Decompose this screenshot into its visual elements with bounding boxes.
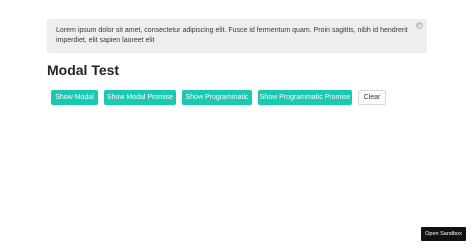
show-modal-button[interactable]: Show Modal (51, 90, 98, 105)
show-programmatic-promise-button[interactable]: Show Programmatic Promise (258, 90, 352, 105)
page-title: Modal Test (47, 62, 120, 78)
clear-button[interactable]: Clear (358, 90, 386, 105)
show-programmatic-button[interactable]: Show Programmatic (182, 90, 252, 105)
close-icon[interactable] (416, 22, 423, 29)
notification-banner: Lorem ipsum dolor sit amet, consectetur … (47, 19, 427, 53)
show-modal-promise-button[interactable]: Show Modal Promise (104, 90, 176, 105)
open-sandbox-button[interactable]: Open Sandbox (421, 227, 466, 241)
notification-text: Lorem ipsum dolor sit amet, consectetur … (56, 27, 408, 44)
